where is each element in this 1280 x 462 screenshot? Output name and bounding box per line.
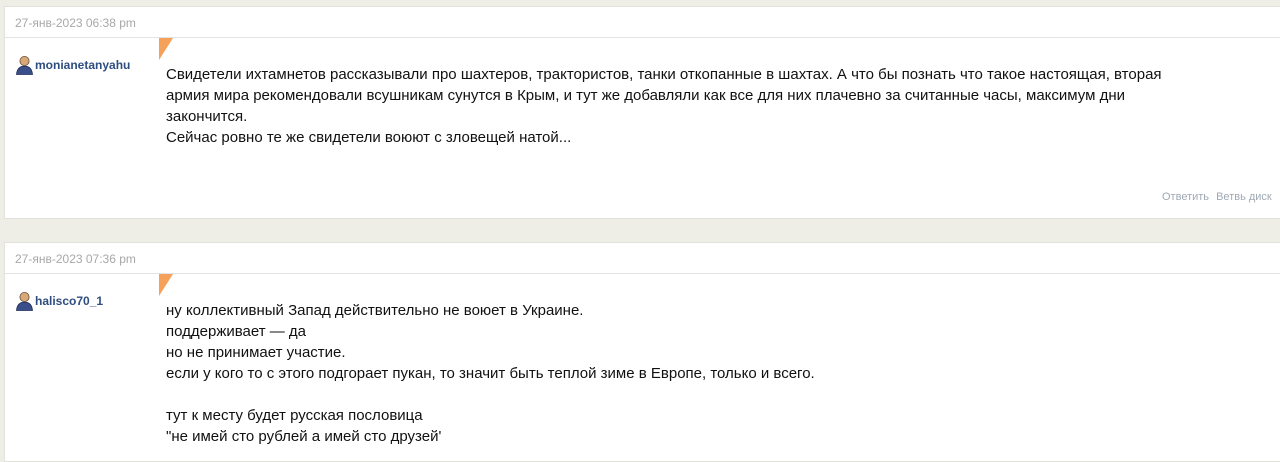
thread-link[interactable]: Ветвь диск <box>1216 191 1272 203</box>
comment-text: ну коллективный Запад действительно не в… <box>166 300 1280 447</box>
reply-link[interactable]: Ответить <box>1162 191 1209 203</box>
user-avatar-icon <box>16 292 33 311</box>
comment-author[interactable]: halisco70_1 <box>15 291 103 311</box>
comment-line: закончится. <box>166 108 248 125</box>
comment-text: Свидетели ихтамнетов рассказывали про ша… <box>166 64 1280 148</box>
comment-line: тут к месту будет русская пословица <box>166 407 423 424</box>
comment-line: "не имей сто рублей а имей сто друзей' <box>166 428 442 445</box>
comment-line: если у кого то с этого подгорает пукан, … <box>166 365 815 382</box>
comment-actions: Ответить Ветвь диск <box>1162 191 1276 203</box>
comment-line: но не принимает участие. <box>166 344 346 361</box>
comment-author[interactable]: monianetanyahu <box>15 55 130 75</box>
post-divider <box>5 37 1280 38</box>
author-link[interactable]: halisco70_1 <box>35 294 103 308</box>
comment-blank-line <box>166 384 1280 405</box>
comment-post: 27-янв-2023 07:36 pm halisco70_1 ну колл… <box>4 242 1280 462</box>
corner-flag-icon <box>159 38 173 60</box>
user-avatar-icon <box>16 56 33 75</box>
corner-flag-icon <box>159 274 173 296</box>
author-link[interactable]: monianetanyahu <box>35 58 130 72</box>
comment-line: поддерживает — да <box>166 323 307 340</box>
comment-post: 27-янв-2023 06:38 pm monianetanyahu Свид… <box>4 6 1280 219</box>
comment-line: армия мира рекомендовали всушникам сунут… <box>166 87 1125 104</box>
post-date: 27-янв-2023 07:36 pm <box>15 252 136 266</box>
comment-line: Сейчас ровно те же свидетели воюют с зло… <box>166 129 572 146</box>
comment-line: ну коллективный Запад действительно не в… <box>166 302 584 319</box>
comment-line: Свидетели ихтамнетов рассказывали про ша… <box>166 66 1162 83</box>
post-divider <box>5 273 1280 274</box>
post-date: 27-янв-2023 06:38 pm <box>15 16 136 30</box>
